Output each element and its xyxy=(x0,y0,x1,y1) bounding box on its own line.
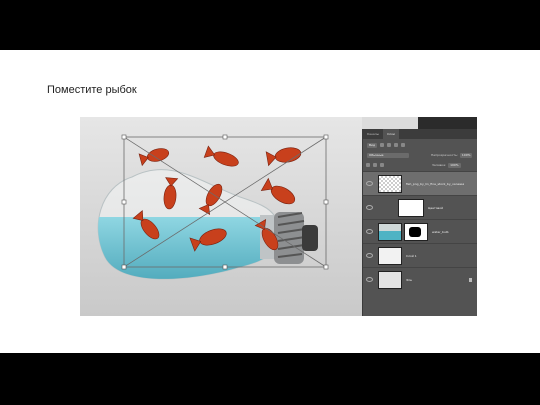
layer-thumbnail xyxy=(378,246,402,265)
layer-thumbnail xyxy=(378,174,402,193)
layer-thumbnail xyxy=(378,222,402,241)
tab-channels[interactable]: Каналы xyxy=(363,129,383,139)
blend-mode-select[interactable]: Обычные xyxy=(367,152,409,158)
opacity-input[interactable]: 100% xyxy=(459,152,473,158)
eye-icon[interactable] xyxy=(366,277,373,282)
layer-mask-thumbnail xyxy=(404,222,428,241)
eye-icon[interactable] xyxy=(366,229,373,234)
layer-thumbnail xyxy=(378,270,402,289)
photoshop-screenshot: Каналы Слои Вид Обычные Непрозрачность: … xyxy=(80,117,477,316)
canvas-image xyxy=(80,117,362,316)
tab-layers[interactable]: Слои xyxy=(383,129,399,139)
eye-icon[interactable] xyxy=(366,181,373,186)
panel-tabs: Каналы Слои xyxy=(363,129,477,139)
filter-adjust-icon[interactable] xyxy=(387,143,392,147)
layer-row-layer1[interactable]: Слой 1 xyxy=(363,243,477,267)
lock-pixels-icon[interactable] xyxy=(373,163,377,167)
lock-transparent-icon[interactable] xyxy=(366,163,370,167)
filter-row: Вид xyxy=(363,141,477,149)
lock-position-icon[interactable] xyxy=(380,163,384,167)
filter-type-icon[interactable] xyxy=(394,143,399,147)
eye-icon[interactable] xyxy=(366,253,373,258)
layer-name: fish_png_by_lin_fine_stock_by_vanessa xyxy=(406,181,465,186)
layers-panel: Каналы Слои Вид Обычные Непрозрачность: … xyxy=(362,129,477,316)
layer-name: Цветовой xyxy=(428,205,444,210)
layer-row-fish[interactable]: fish_png_by_lin_fine_stock_by_vanessa xyxy=(363,171,477,195)
filter-shape-icon[interactable] xyxy=(401,143,406,147)
lock-icon xyxy=(469,277,472,282)
layer-name: Слой 1 xyxy=(406,253,417,258)
blend-row: Обычные Непрозрачность: 100% xyxy=(363,151,477,159)
kind-filter-select[interactable]: Вид xyxy=(367,142,378,148)
slide-title: Поместите рыбок xyxy=(47,84,137,96)
fill-input[interactable]: 100% xyxy=(448,162,461,168)
layer-name: Фон xyxy=(406,277,413,282)
adjustment-icon xyxy=(378,198,396,217)
slide: Поместите рыбок Каналы Слои Вид Обычные … xyxy=(0,50,540,353)
layer-mask-thumbnail xyxy=(398,198,424,217)
filter-pixel-icon[interactable] xyxy=(380,143,385,147)
eye-icon[interactable] xyxy=(366,205,373,210)
layer-row-bulb[interactable]: water_bulb xyxy=(363,219,477,243)
layer-row-adjustment[interactable]: Цветовой xyxy=(363,195,477,219)
fill-row: Заливка: 100% xyxy=(363,161,477,169)
layer-row-background[interactable]: Фон xyxy=(363,267,477,291)
opacity-label: Непрозрачность: xyxy=(431,153,458,157)
layer-name: water_bulb xyxy=(432,229,449,234)
fill-label: Заливка: xyxy=(432,163,447,167)
